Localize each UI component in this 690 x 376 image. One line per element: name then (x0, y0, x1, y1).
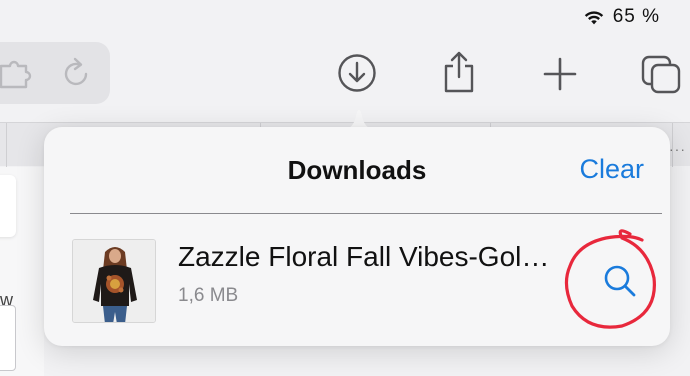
divider (70, 213, 662, 214)
plus-icon[interactable] (542, 56, 578, 92)
file-thumbnail (72, 239, 156, 323)
download-item[interactable]: Zazzle Floral Fall Vibes-Gol… 1,6 MB (70, 225, 662, 337)
address-bar[interactable] (0, 42, 110, 104)
magnifier-icon[interactable] (600, 261, 640, 301)
popover-title: Downloads (287, 155, 427, 185)
page-card (0, 175, 16, 237)
download-icon[interactable] (337, 53, 377, 93)
wifi-icon (584, 11, 603, 25)
reload-icon[interactable] (62, 56, 92, 90)
tabs-icon[interactable] (640, 54, 684, 94)
file-name: Zazzle Floral Fall Vibes-Gol… (178, 241, 550, 272)
page-input-box (0, 305, 16, 371)
more-dots: ··· (669, 141, 686, 157)
file-size: 1,6 MB (178, 285, 239, 306)
share-icon[interactable] (441, 50, 477, 94)
downloads-popover: Downloads Clear Zazzle Floral Fall Vibes… (44, 127, 670, 346)
status-bar: 65 % (583, 6, 660, 28)
battery-percentage: 65 % (612, 6, 660, 27)
clear-button[interactable]: Clear (579, 154, 644, 185)
puzzle-icon[interactable] (0, 56, 32, 90)
